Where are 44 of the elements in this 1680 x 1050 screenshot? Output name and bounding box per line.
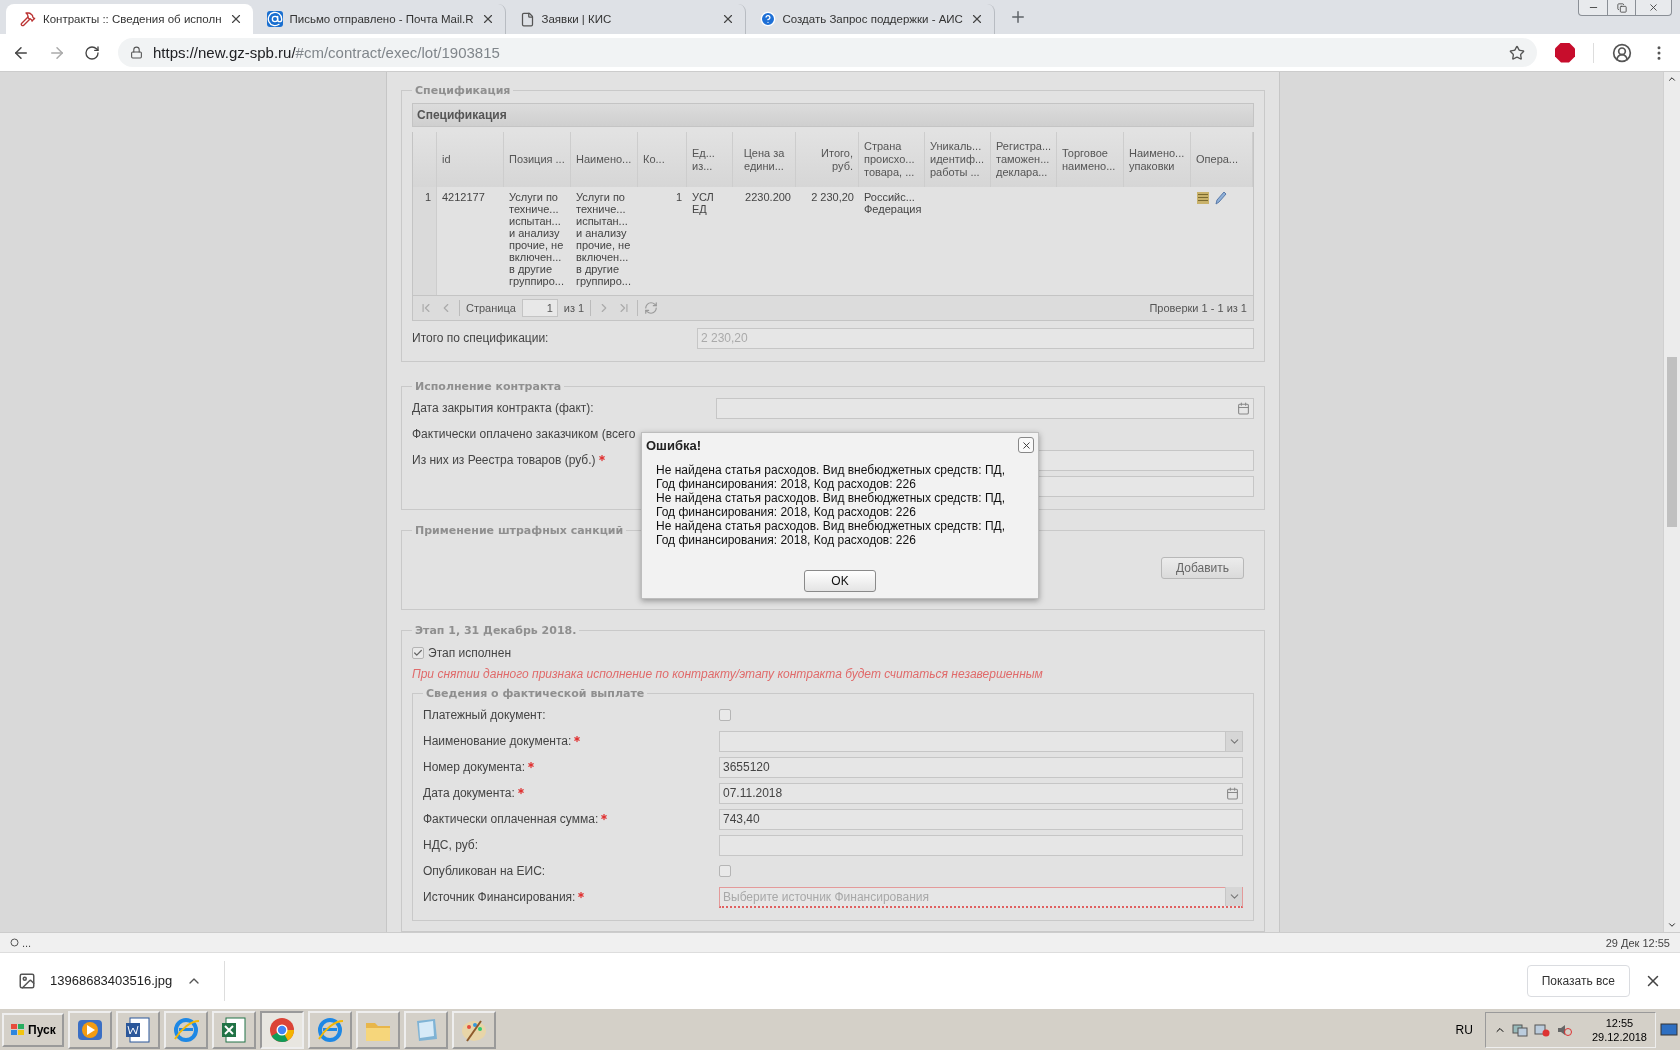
field-label: Платежный документ:: [423, 708, 546, 722]
table-cell-text: 2230.200: [744, 190, 792, 205]
grid-title: Спецификация: [412, 103, 1254, 127]
status-date: 29 Дек 12:55: [1605, 936, 1670, 949]
section-title: Этап 1, 31 Декабрь 2018.: [414, 624, 578, 637]
page-label: Страница: [466, 302, 516, 314]
page-count: из 1: [563, 302, 585, 314]
field-label: Итого по спецификации:: [412, 331, 549, 345]
total-field: 2 230,20: [697, 327, 1254, 349]
error-message: Год финансирования: 2018, Код расходов: 226: [656, 477, 917, 491]
paging-summary: Проверки 1 - 1 из 1: [1149, 302, 1247, 314]
clock-date: 29.12.2018: [1591, 1029, 1647, 1044]
error-message: Не найдена статья расходов. Вид внебюджетных средств: ПД,: [656, 463, 1006, 477]
field-label: Дата закрытия контракта (факт):: [412, 401, 594, 415]
warning-text: При снятии данного признака исполнение по контракту/этапу контракта будет считаться незавершенным: [412, 667, 1044, 681]
clock-time: 12:55: [1605, 1015, 1634, 1030]
section-title: Спецификация: [414, 84, 512, 97]
section-title: Исполнение контракта: [414, 380, 563, 393]
error-message: Год финансирования: 2018, Код расходов: 226: [656, 505, 917, 519]
field-label: Из них из Реестра товаров (руб.): [412, 453, 596, 467]
error-message: Не найдена статья расходов. Вид внебюджетных средств: ПД,: [656, 491, 1006, 505]
table-cell-text: Услуги по техниче... испытан... и анализу прочие, не включен... в другие группиро...: [508, 190, 565, 289]
field-label: Фактически оплачено заказчиком (всего: [412, 427, 636, 441]
row-number: 1: [413, 187, 437, 295]
field-label: Дата документа:: [423, 786, 515, 800]
field-label: Фактически оплаченная сумма:: [423, 812, 599, 826]
section-title: Применение штрафных санкций: [414, 524, 625, 537]
field-label: НДС, руб:: [423, 838, 478, 852]
table-cell-text: 1: [674, 190, 683, 205]
table-cell-text: 2 230,20: [810, 190, 855, 205]
dialog-title: Ошибка!: [646, 437, 702, 453]
status-text: ...: [22, 936, 32, 949]
error-message: Не найдена статья расходов. Вид внебюджетных средств: ПД,: [656, 519, 1006, 533]
checkbox-label: Этап исполнен: [428, 646, 512, 660]
field-label: Наименование документа:: [423, 734, 572, 748]
field-label: Номер документа:: [423, 760, 526, 774]
table-cell-text: Услуги по техниче... испытан... и анализу прочие, не включен... в другие группиро...: [575, 190, 632, 289]
table-cell-text: 4212177: [441, 190, 486, 205]
field-label: Опубликован на ЕИС:: [423, 864, 546, 878]
field-label: Источник Финансирования:: [423, 890, 576, 904]
table-cell-text: УСЛ ЕД: [691, 190, 715, 217]
table-cell-text: Российс... Федерация: [863, 190, 923, 217]
section-title: Сведения о фактической выплате: [425, 687, 646, 700]
error-message: Год финансирования: 2018, Код расходов: 226: [656, 533, 917, 547]
